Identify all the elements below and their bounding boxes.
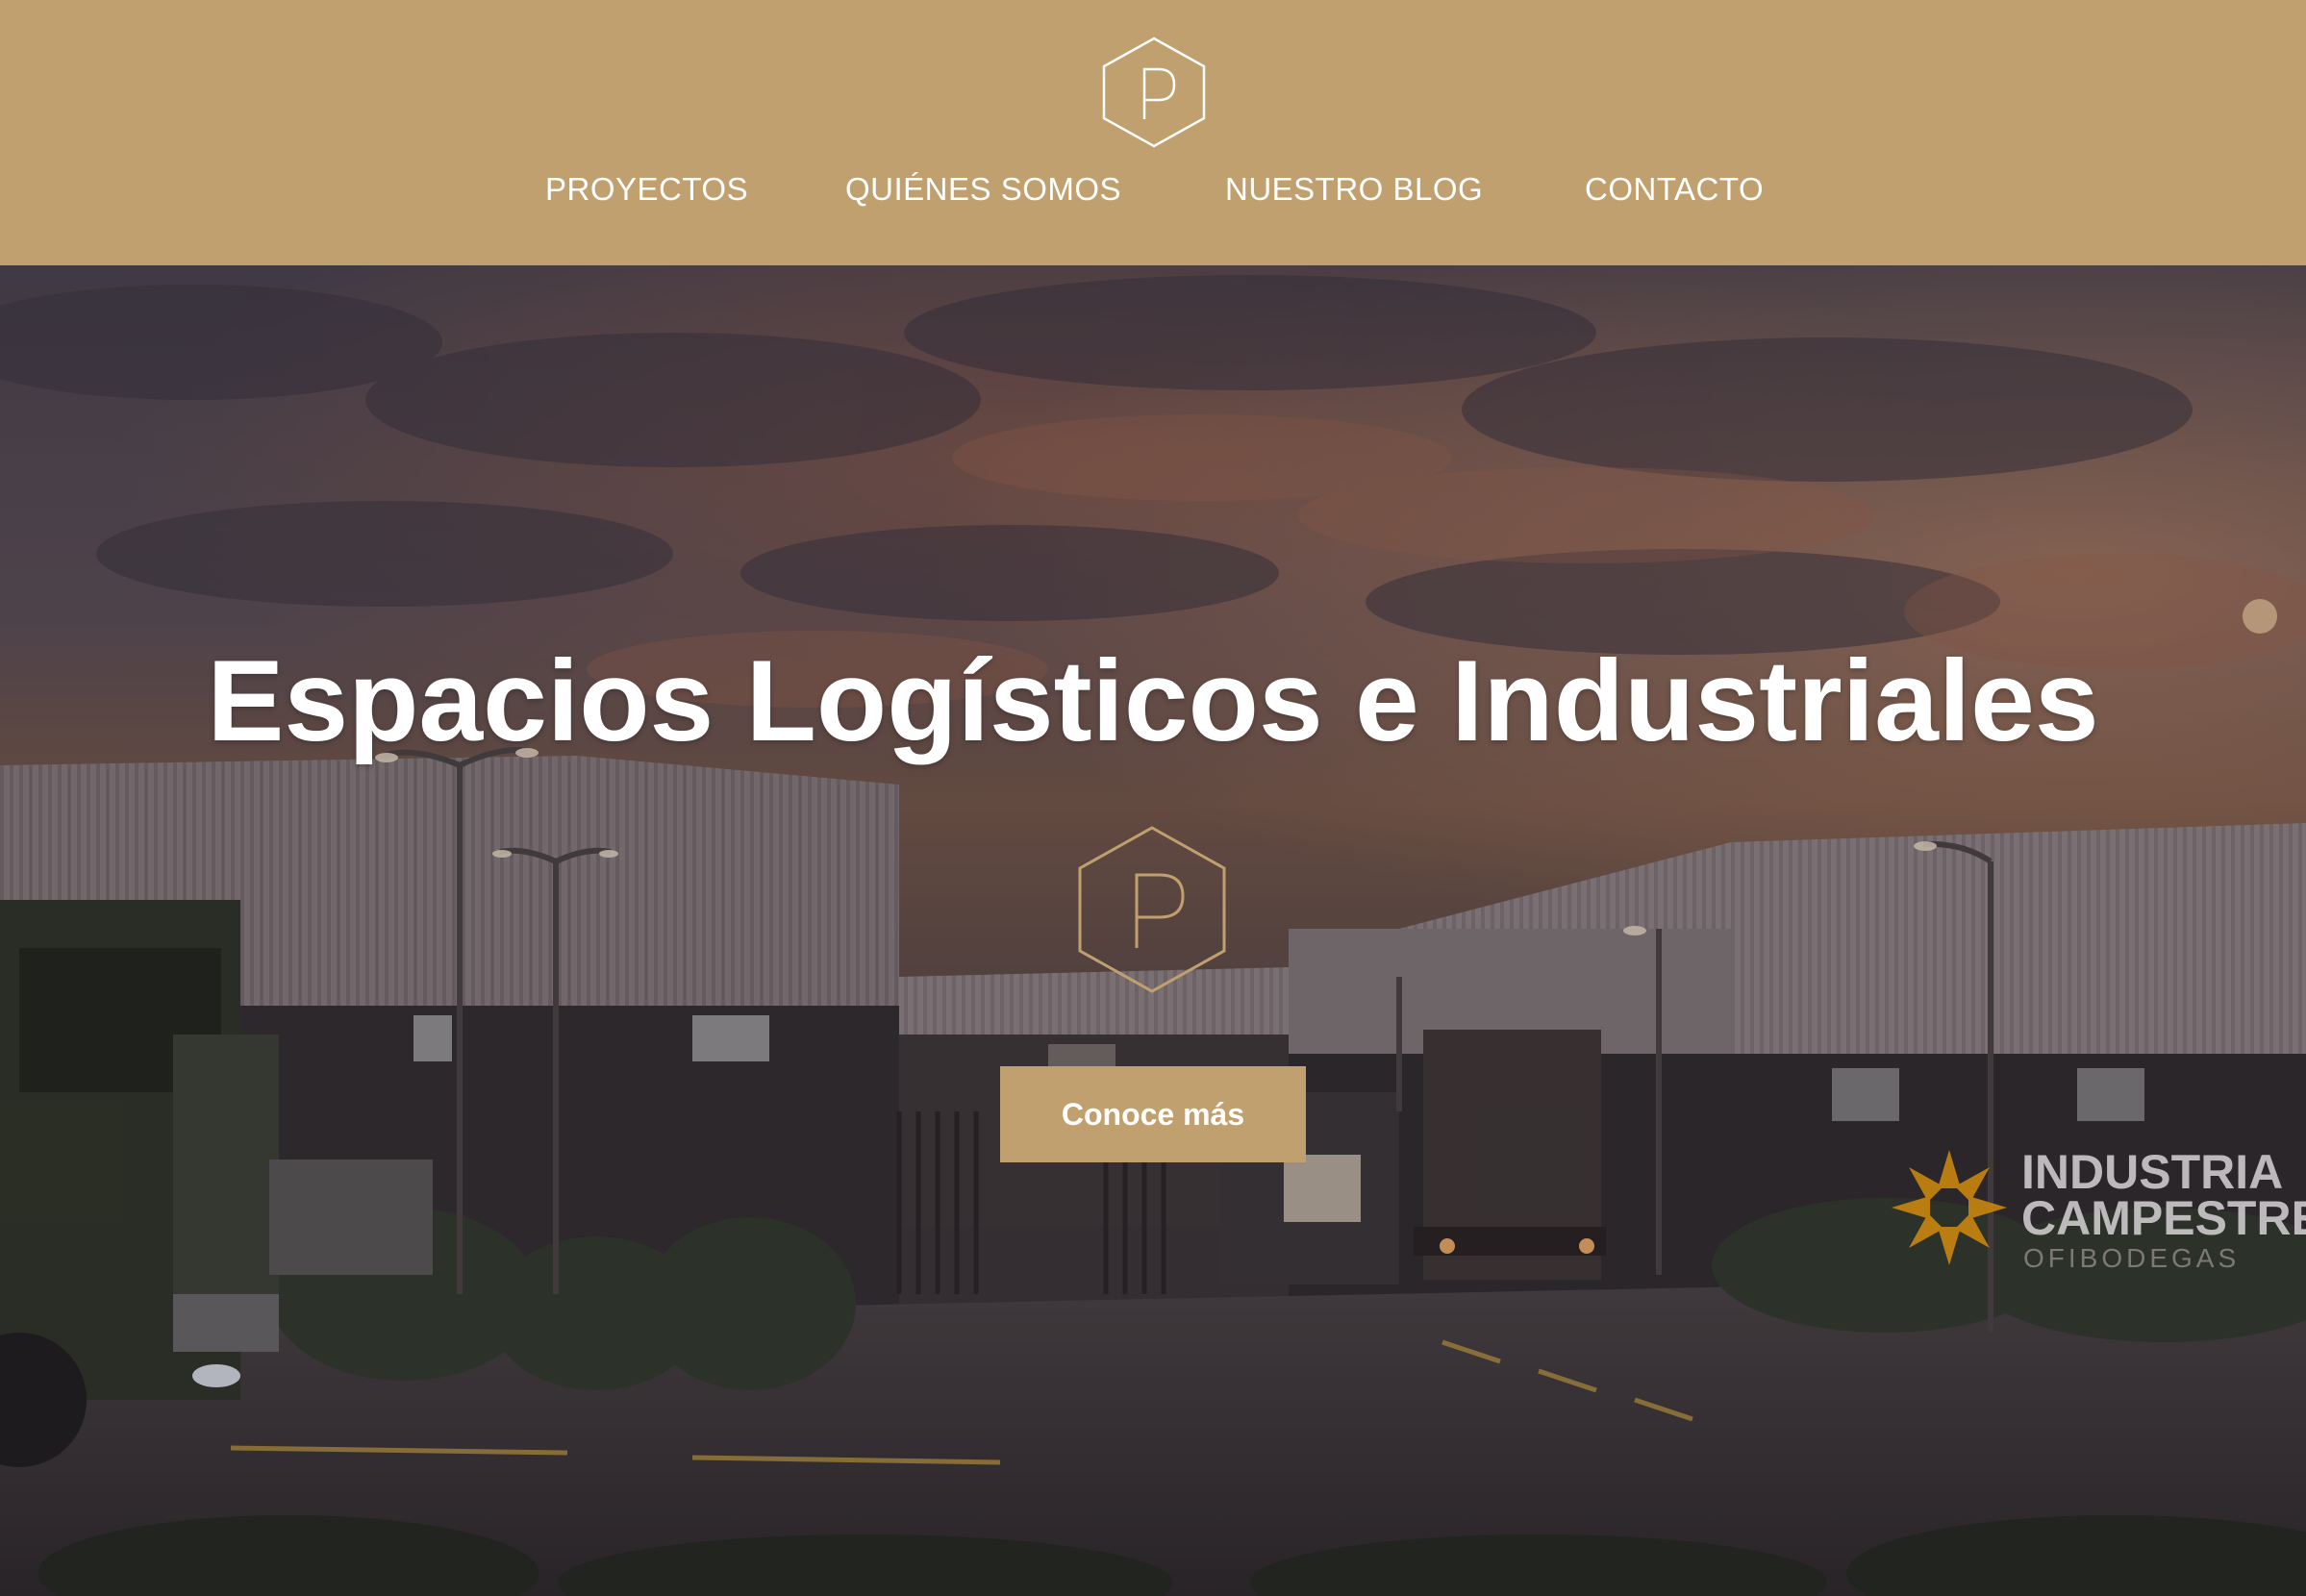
nav-item-quienes-somos[interactable]: QUIÉNES SOMOS (845, 171, 1121, 208)
hero-title: Espacios Logísticos e Industriales (207, 636, 2099, 765)
nav-item-contacto[interactable]: CONTACTO (1585, 171, 1764, 208)
sign-line-3: OFIBODEGAS (2023, 1243, 2241, 1273)
nav-item-proyectos[interactable]: PROYECTOS (545, 171, 748, 208)
nav-item-nuestro-blog[interactable]: NUESTRO BLOG (1225, 171, 1483, 208)
conoce-mas-button[interactable]: Conoce más (1000, 1066, 1306, 1162)
main-nav: PROYECTOS QUIÉNES SOMOS NUESTRO BLOG CON… (0, 171, 2306, 219)
hero-section: INDUSTRIA CAMPESTRE OFIBODEGAS Espacios … (0, 265, 2306, 1596)
sign-line-1: INDUSTRIA (2021, 1145, 2284, 1199)
p-hexagon-logo-icon (1078, 826, 1226, 993)
sign-line-2: CAMPESTRE (2021, 1191, 2306, 1245)
p-hexagon-logo-icon[interactable] (1101, 37, 1207, 148)
site-header: PROYECTOS QUIÉNES SOMOS NUESTRO BLOG CON… (0, 0, 2306, 265)
